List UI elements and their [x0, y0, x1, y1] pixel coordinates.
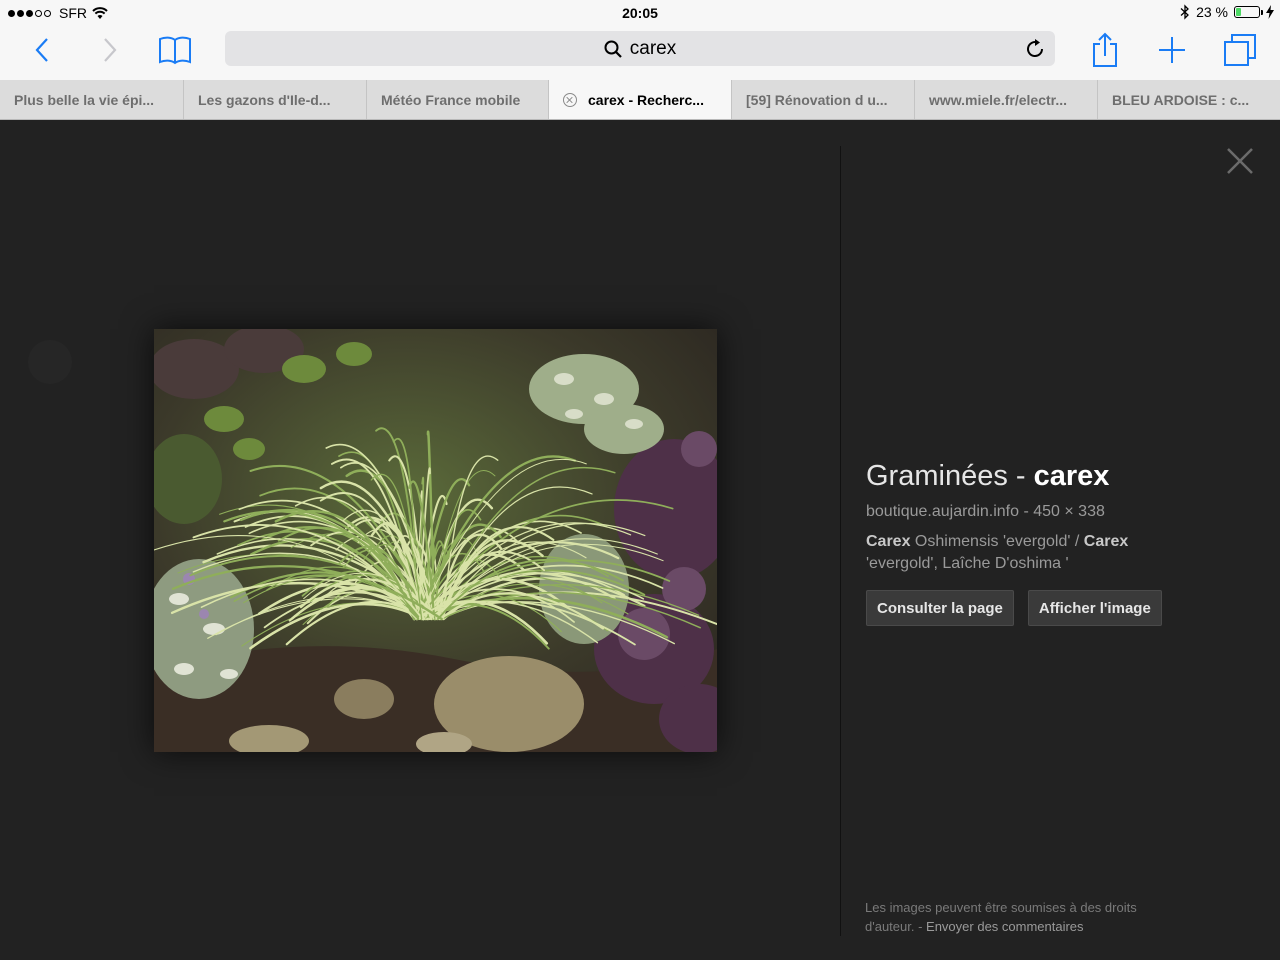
chevron-left-icon [35, 38, 48, 62]
image-title-term: carex [1033, 460, 1110, 492]
close-tab-icon[interactable] [563, 92, 577, 107]
tab-label: Plus belle la vie épi... [14, 91, 155, 108]
tab-gazons-ile-de-france[interactable]: Les gazons d'Ile-d... [184, 80, 367, 119]
share-icon [1093, 32, 1117, 67]
tabs-overview-button[interactable] [1218, 26, 1262, 74]
tab-bar: Plus belle la vie épi... Les gazons d'Il… [0, 80, 1280, 120]
copyright-notice: Les images peuvent être soumises à des d… [865, 898, 1185, 936]
image-viewer: Graminées - carex boutique.aujardin.info… [0, 120, 1280, 960]
image-title: Graminées - carex [866, 460, 1196, 493]
tab-miele[interactable]: www.miele.fr/electr... [915, 80, 1098, 119]
tab-label: Les gazons d'Ile-d... [198, 91, 331, 108]
source-domain[interactable]: boutique.aujardin.info [866, 503, 1019, 520]
plus-icon [1159, 37, 1185, 63]
image-source-line: boutique.aujardin.info - 450 × 338 [866, 503, 1196, 521]
tab-label: www.miele.fr/electr... [929, 91, 1067, 108]
viewer-action-buttons: Consulter la page Afficher l'image [866, 590, 1196, 626]
desc-text-2: 'evergold', Laîche D'oshima ' [866, 555, 1069, 572]
wifi-icon [92, 7, 108, 19]
previous-image-button[interactable] [28, 340, 72, 384]
back-button[interactable] [20, 26, 64, 74]
url-search-text: carex [629, 37, 677, 59]
image-title-prefix: Graminées - [866, 460, 1034, 492]
tab-label: Météo France mobile [381, 91, 521, 108]
tab-label: carex - Recherc... [588, 91, 704, 108]
visit-page-button[interactable]: Consulter la page [866, 590, 1014, 626]
reload-icon[interactable] [1023, 37, 1047, 61]
desc-text-1: Oshimensis 'evergold' / [910, 533, 1084, 550]
view-image-button[interactable]: Afficher l'image [1027, 590, 1162, 626]
book-icon [159, 36, 191, 65]
battery-percent: 23 % [1196, 4, 1228, 20]
tab-renovation[interactable]: [59] Rénovation d u... [732, 80, 915, 119]
tab-label: [59] Rénovation d u... [746, 91, 888, 108]
image-info-panel: Graminées - carex boutique.aujardin.info… [866, 460, 1196, 626]
url-search-bar[interactable]: carex [225, 31, 1055, 66]
bookmarks-button[interactable] [153, 26, 197, 74]
status-left: SFR [8, 5, 109, 21]
send-feedback-link[interactable]: Envoyer des commentaires [926, 919, 1084, 934]
tab-label: BLEU ARDOISE : c... [1112, 91, 1250, 108]
tab-bleu-ardoise[interactable]: BLEU ARDOISE : c... [1098, 80, 1280, 119]
search-icon [604, 40, 622, 58]
status-time: 20:05 [622, 5, 658, 21]
status-bar: SFR 20:05 23 % [0, 0, 1280, 26]
bluetooth-icon [1180, 4, 1190, 20]
chevron-right-icon [104, 38, 117, 62]
forward-button[interactable] [88, 26, 132, 74]
share-button[interactable] [1083, 26, 1127, 74]
tabs-icon [1224, 34, 1256, 66]
tab-plus-belle-la-vie[interactable]: Plus belle la vie épi... [0, 80, 184, 119]
desc-term-2: Carex [1083, 533, 1129, 550]
panel-divider [840, 146, 841, 936]
source-separator: - [1019, 503, 1034, 520]
charging-bolt-icon [1266, 5, 1274, 19]
image-dimensions: 450 × 338 [1033, 503, 1105, 520]
new-tab-button[interactable] [1150, 26, 1194, 74]
browser-toolbar: carex [0, 26, 1280, 80]
footer-separator: - [914, 919, 927, 934]
carrier-label: SFR [59, 5, 87, 21]
carex-plant-image[interactable] [154, 329, 717, 752]
tab-carex-search[interactable]: carex - Recherc... [549, 80, 732, 119]
signal-strength-icon [8, 9, 51, 17]
tab-meteo-france[interactable]: Météo France mobile [367, 80, 549, 119]
carex-photo-illustration [154, 329, 717, 752]
battery-icon [1234, 6, 1263, 18]
status-right: 23 % [1180, 4, 1274, 20]
desc-term-1: Carex [866, 533, 911, 550]
image-description: Carex Oshimensis 'evergold' / Carex 'eve… [866, 531, 1196, 575]
close-icon[interactable] [1225, 146, 1255, 176]
